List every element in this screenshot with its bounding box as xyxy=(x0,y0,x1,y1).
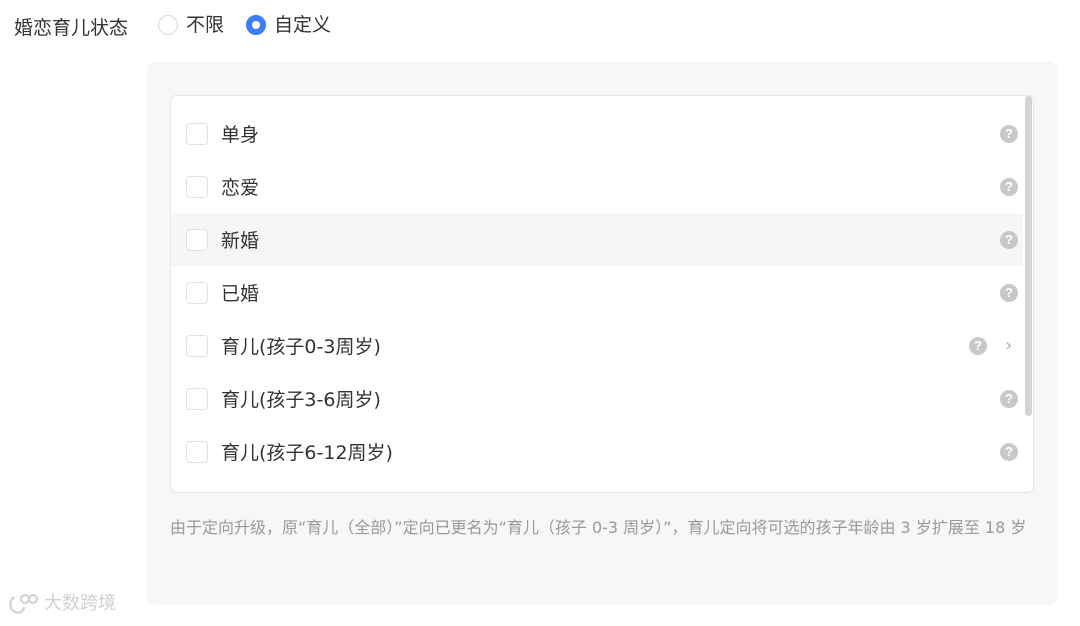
checkbox[interactable] xyxy=(186,440,208,463)
help-icon[interactable]: ? xyxy=(1000,283,1018,302)
list-item-label: 育儿(孩子6-12周岁) xyxy=(221,442,393,464)
list-item-single[interactable]: 单身 ? xyxy=(171,107,1023,160)
upgrade-note: 由于定向升级，原“育儿（全部）”定向已更名为“育儿（孩子 0-3 周岁）”，育儿… xyxy=(170,518,1027,537)
radio-unlimited-circle[interactable] xyxy=(158,15,178,35)
help-icon[interactable]: ? xyxy=(1000,442,1018,461)
list-item-label: 恋爱 xyxy=(221,177,260,199)
list-scrollbar[interactable] xyxy=(1025,96,1032,416)
scope-radio-group: 不限 自定义 xyxy=(158,11,353,39)
radio-custom-circle[interactable] xyxy=(246,15,267,35)
list-item-parenting-3-6[interactable]: 育儿(孩子3-6周岁) ? xyxy=(171,372,1023,425)
status-checkbox-list: 单身 ? 恋爱 ? 新婚 ? 已婚 ? 育儿(孩子0-3周岁) ? › 育儿(孩… xyxy=(170,95,1034,493)
checkbox[interactable] xyxy=(186,387,208,410)
custom-options-panel: 单身 ? 恋爱 ? 新婚 ? 已婚 ? 育儿(孩子0-3周岁) ? › 育儿(孩… xyxy=(147,61,1058,605)
help-icon[interactable]: ? xyxy=(1000,177,1018,196)
help-icon[interactable]: ? xyxy=(1000,124,1018,143)
radio-custom-label: 自定义 xyxy=(274,14,332,36)
brand-logo-icon xyxy=(8,593,38,615)
list-item-label: 育儿(孩子3-6周岁) xyxy=(221,389,381,411)
radio-unlimited-label: 不限 xyxy=(186,14,225,36)
checkbox[interactable] xyxy=(186,228,208,251)
radio-unlimited[interactable]: 不限 xyxy=(158,11,224,39)
list-item-label: 单身 xyxy=(221,124,260,146)
list-item-label: 新婚 xyxy=(221,230,260,252)
list-item-label: 已婚 xyxy=(221,283,260,305)
watermark-text: 大数跨境 xyxy=(44,593,116,614)
list-item-label: 育儿(孩子0-3周岁) xyxy=(221,336,381,358)
checkbox[interactable] xyxy=(186,175,208,198)
radio-custom[interactable]: 自定义 xyxy=(246,11,331,39)
list-item-newlywed[interactable]: 新婚 ? xyxy=(171,213,1023,266)
help-icon[interactable]: ? xyxy=(969,336,987,355)
list-item-parenting-6-12[interactable]: 育儿(孩子6-12周岁) ? xyxy=(171,425,1023,478)
help-icon[interactable]: ? xyxy=(1000,230,1018,249)
checkbox[interactable] xyxy=(186,281,208,304)
checkbox[interactable] xyxy=(186,334,208,357)
help-icon[interactable]: ? xyxy=(1000,389,1018,408)
list-item-parenting-0-3[interactable]: 育儿(孩子0-3周岁) ? › xyxy=(171,319,1023,372)
field-label: 婚恋育儿状态 xyxy=(14,17,129,39)
watermark: 大数跨境 xyxy=(8,592,116,616)
chevron-right-icon[interactable]: › xyxy=(1005,336,1012,355)
list-item-dating[interactable]: 恋爱 ? xyxy=(171,160,1023,213)
list-item-married[interactable]: 已婚 ? xyxy=(171,266,1023,319)
checkbox[interactable] xyxy=(186,122,208,145)
